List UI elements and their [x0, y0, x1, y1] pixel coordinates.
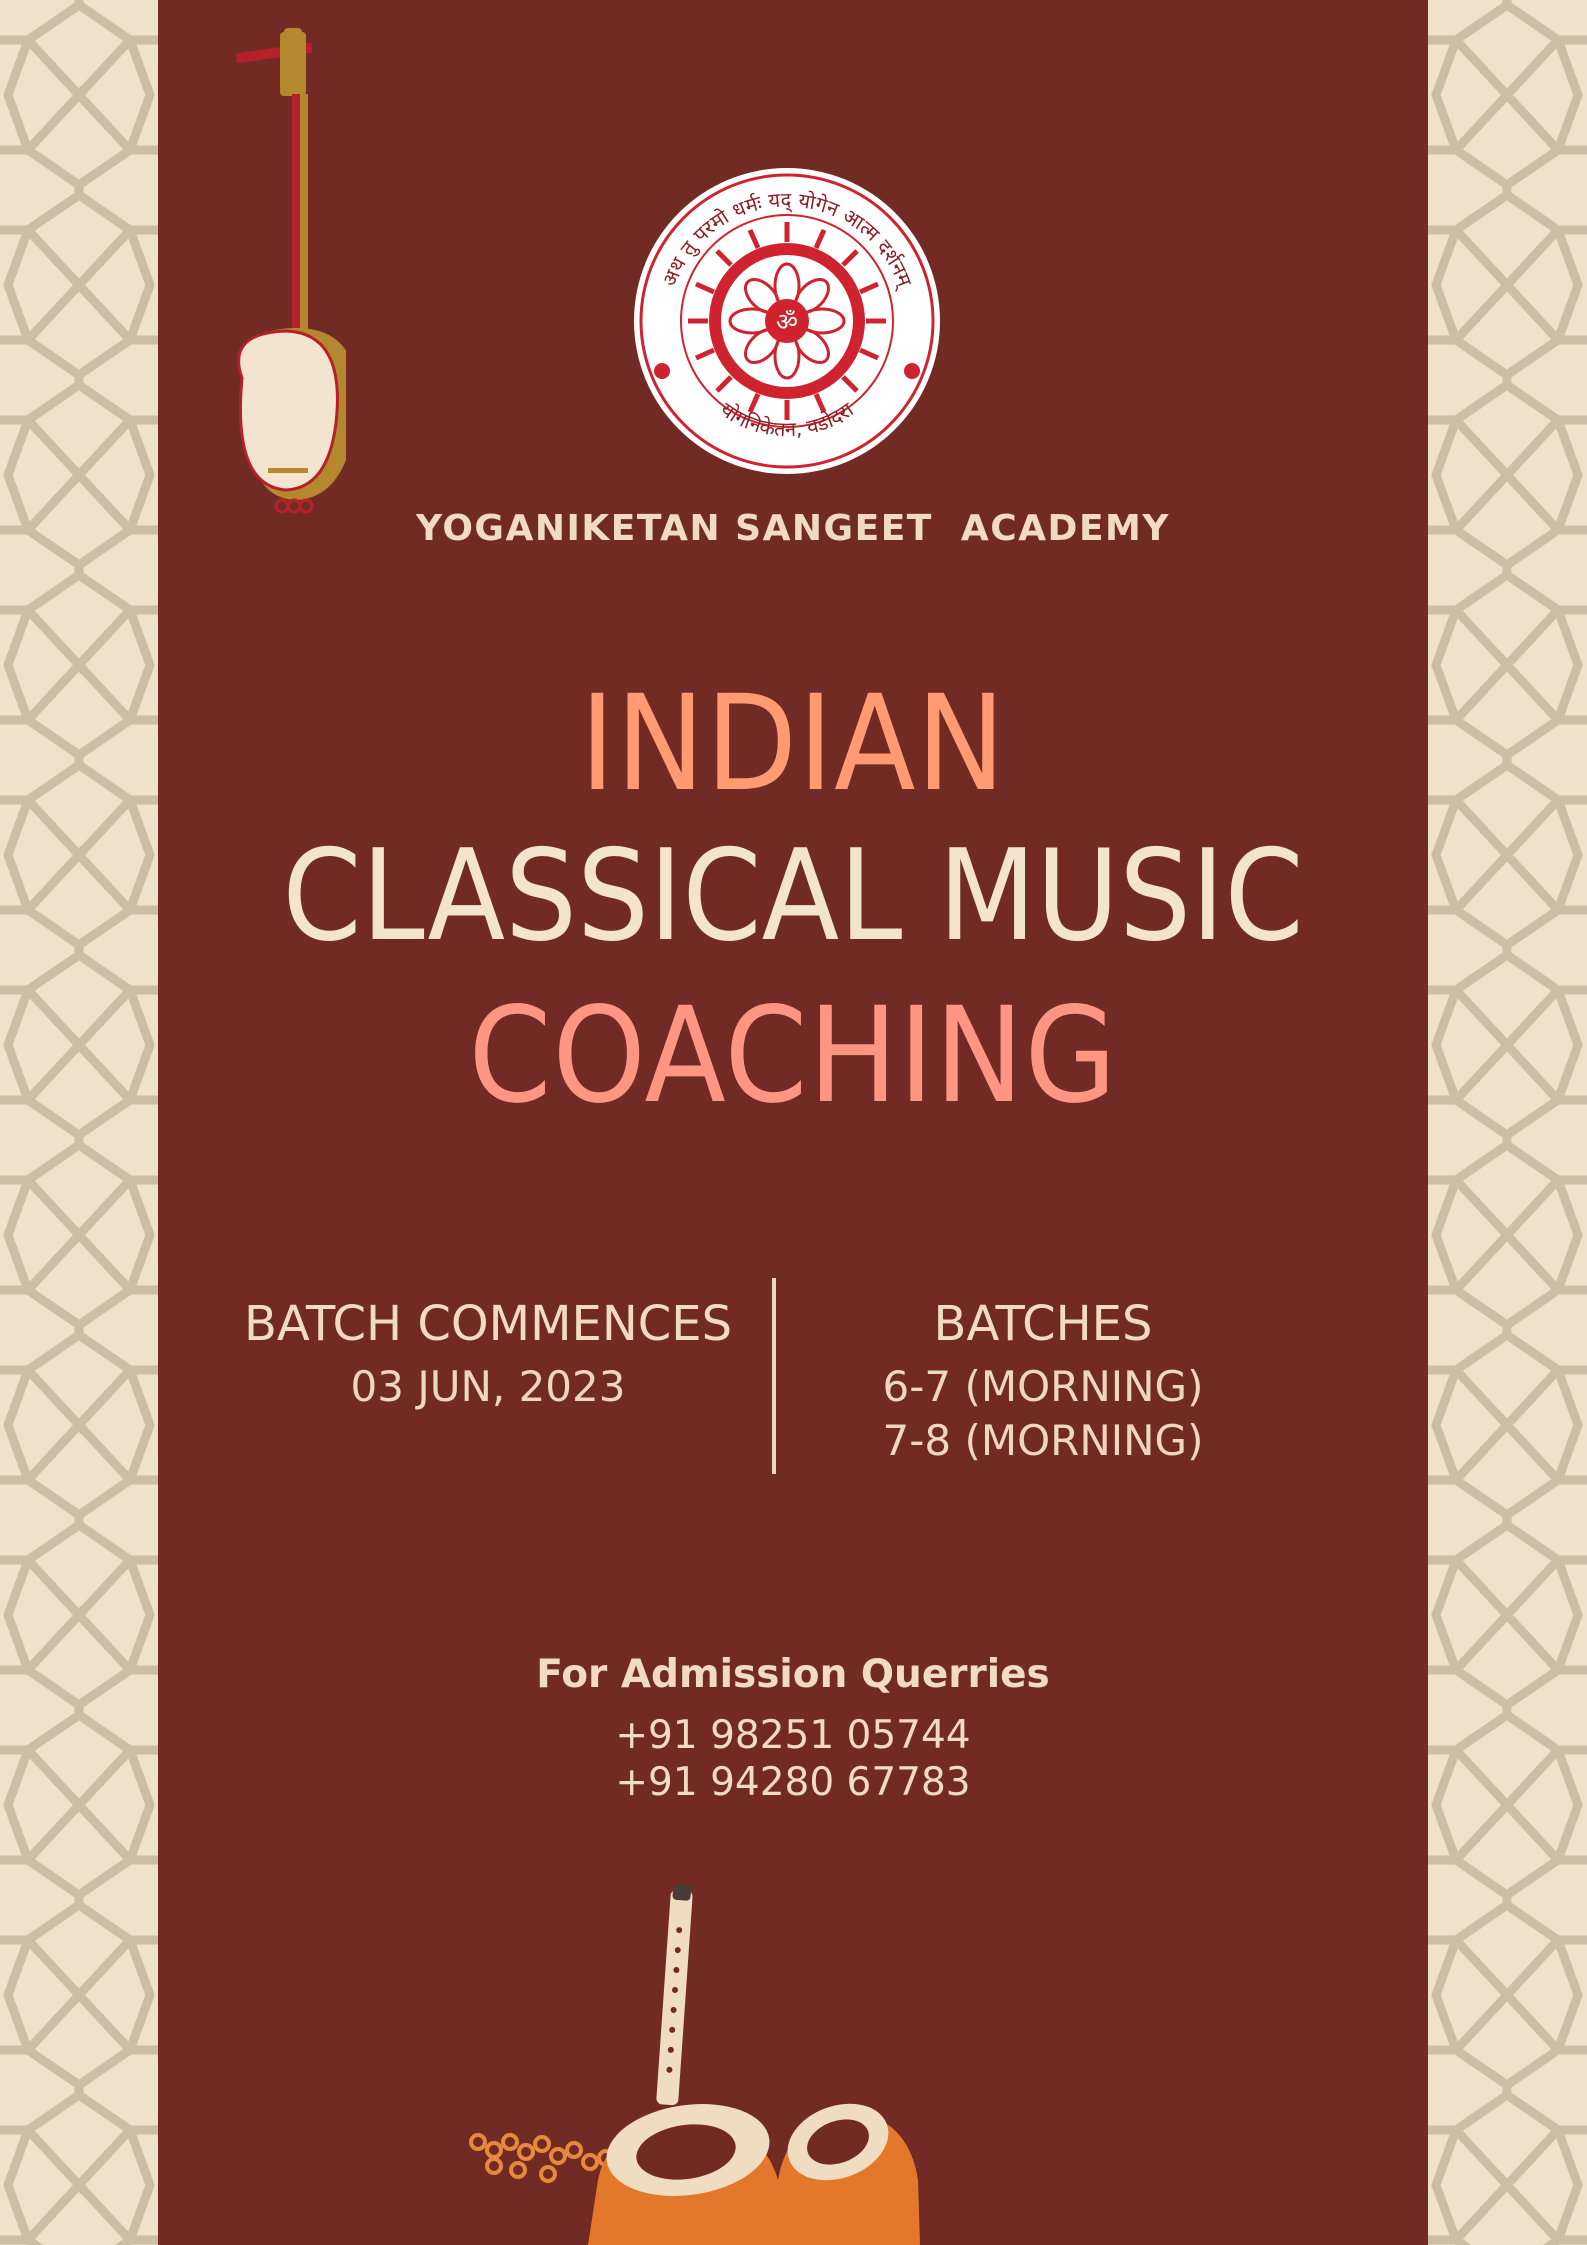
tabla-flute-illustration-icon — [469, 1883, 920, 2245]
admission-query-label: For Admission Querries — [536, 1652, 1050, 1697]
geometric-pattern-icon — [1428, 0, 1587, 2245]
academy-logo: ॐ अथ तु परमो धर्मः यद् योगेन आत्म दर्शनम… — [634, 168, 940, 474]
academy-name: YOGANIKETAN SANGEET ACADEMY — [416, 508, 1170, 549]
batch-start-section: BATCH COMMENCES 03 JUN, 2023 — [228, 1300, 748, 1408]
batch-start-heading: BATCH COMMENCES — [243, 1296, 733, 1352]
section-divider — [772, 1278, 776, 1474]
geometric-pattern-icon — [0, 0, 158, 2245]
batch-start-date: 03 JUN, 2023 — [350, 1362, 626, 1411]
title-line-3: COACHING — [468, 979, 1118, 1133]
batches-heading: BATCHES — [933, 1296, 1153, 1352]
batch-slot-2: 7-8 (MORNING) — [882, 1416, 1204, 1465]
om-symbol: ॐ — [776, 308, 798, 336]
left-pattern-border — [0, 0, 158, 2245]
title-line-1: INDIAN — [579, 667, 1007, 821]
contact-section: For Admission Querries +91 98251 05744 +… — [158, 1652, 1428, 1807]
phone-number-1[interactable]: +91 98251 05744 — [158, 1713, 1428, 1760]
batches-section: BATCHES 6-7 (MORNING) 7-8 (MORNING) — [818, 1300, 1268, 1462]
batch-slot-1: 6-7 (MORNING) — [882, 1362, 1204, 1411]
poster-panel: ॐ अथ तु परमो धर्मः यद् योगेन आत्म दर्शनम… — [158, 0, 1428, 2245]
tanpura-illustration-icon — [235, 28, 346, 514]
right-pattern-border — [1428, 0, 1587, 2245]
phone-number-2[interactable]: +91 94280 67783 — [158, 1760, 1428, 1807]
title-line-2: CLASSICAL MUSIC — [282, 822, 1304, 969]
